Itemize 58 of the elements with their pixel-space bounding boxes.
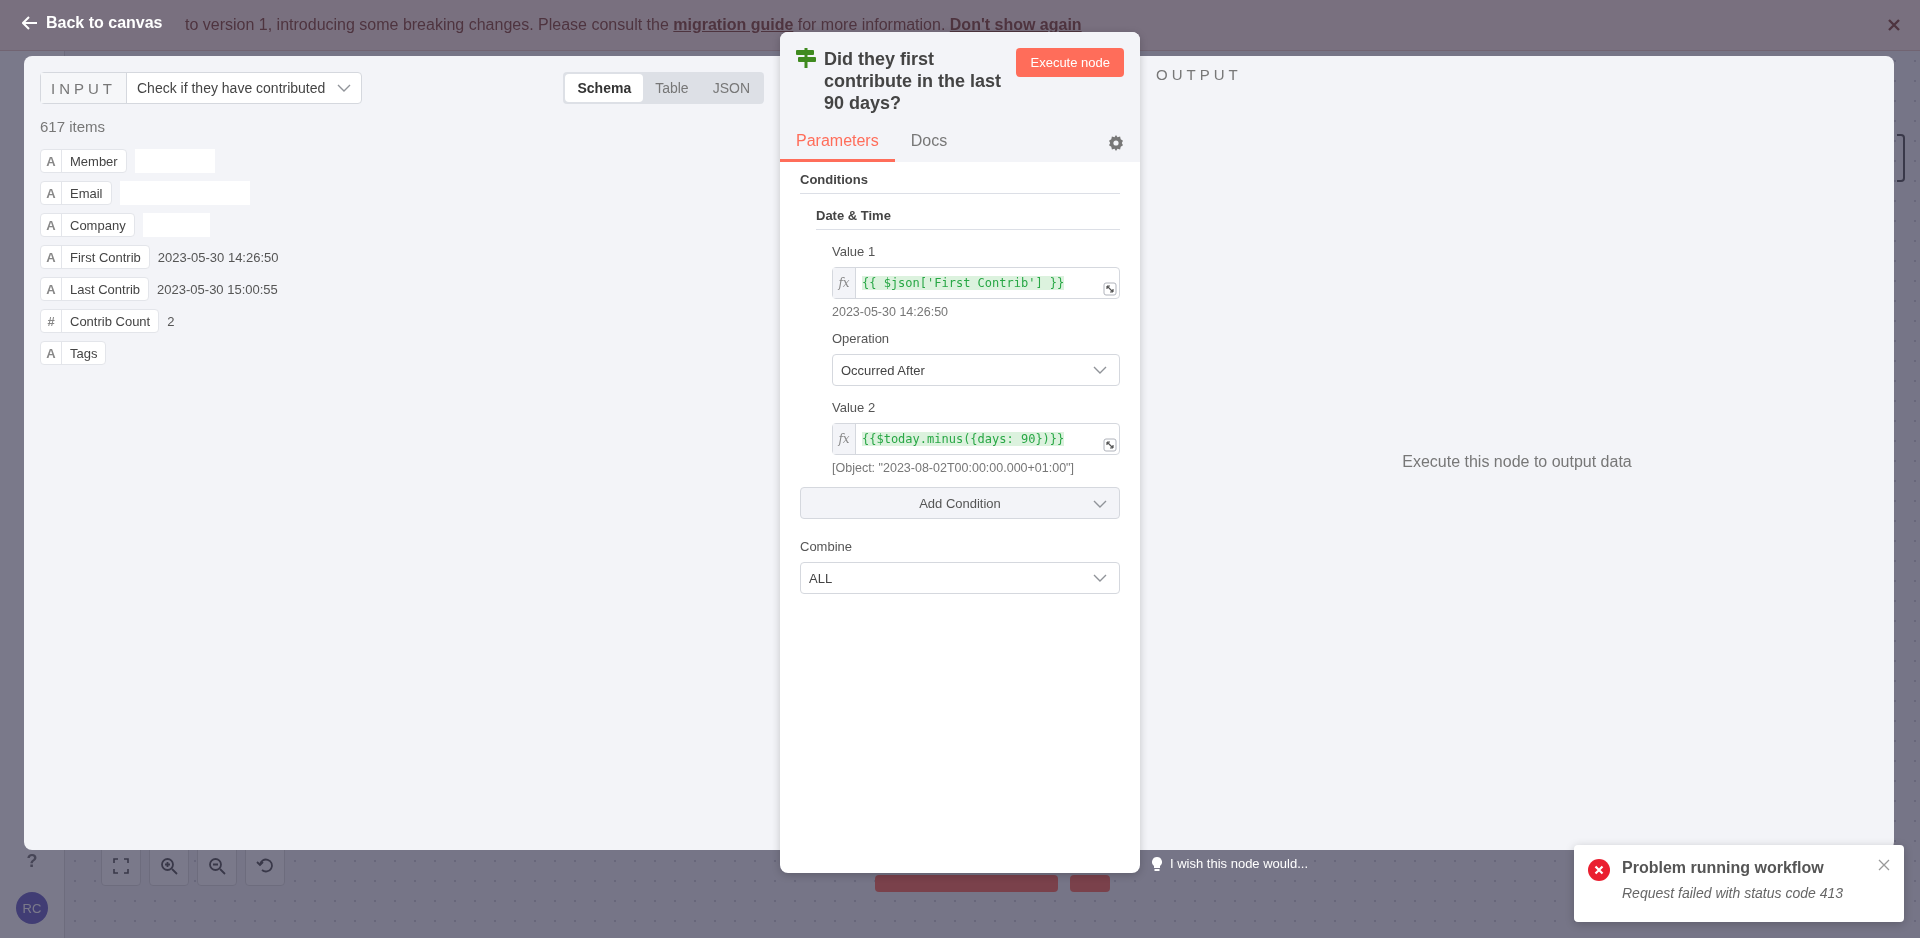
operation-select[interactable]: Occurred After	[832, 354, 1120, 386]
panel-tab[interactable]: Docs	[894, 124, 964, 162]
panel-tab[interactable]: Parameters	[780, 124, 895, 162]
dismiss-link[interactable]: Don't show again	[949, 16, 1082, 33]
add-condition-button[interactable]: Add Condition	[800, 487, 1120, 519]
empty-output-message: Execute this node to output data	[1402, 452, 1632, 471]
fx-label: fx	[833, 268, 856, 298]
section-heading: Conditions	[800, 172, 868, 194]
schema-field[interactable]: A Company	[40, 213, 135, 237]
schema-field[interactable]: A Member	[40, 149, 127, 173]
view-tab[interactable]: Schema	[565, 74, 644, 102]
group-heading: Date & Time	[816, 208, 891, 230]
view-tab[interactable]: Table	[643, 74, 701, 102]
field-value: 2	[167, 313, 175, 329]
banner-message: to version 1, introducing some breaking changes. Please consult the migration guide for more information. Don't show again	[185, 16, 1083, 34]
field-value: 2023-05-30 15:00:55	[157, 281, 278, 297]
close-icon[interactable]	[1878, 859, 1890, 871]
field-label: Value 2	[832, 400, 877, 415]
field-value: 2023-05-30 14:26:50	[157, 249, 279, 265]
field-label: Value 1	[832, 244, 877, 259]
item-count: 617 items	[40, 118, 107, 135]
fx-label: fx	[833, 424, 856, 454]
combine-select[interactable]: ALL	[800, 562, 1120, 594]
lightbulb-icon	[1152, 856, 1162, 871]
back-to-canvas-link[interactable]: Back to canvas	[18, 10, 167, 36]
expression-result: [Object: "2023-08-02T00:00:00.000+01:00"]	[832, 461, 1076, 475]
expression-code: {{ $json['First Contrib'] }}	[862, 276, 1065, 290]
expression-result: 2023-05-30 14:26:50	[832, 305, 950, 319]
settings-icon[interactable]	[1108, 135, 1124, 151]
node-title: Did they first contribute in the last 90 days?	[824, 48, 1002, 114]
schema-field[interactable]: A Email	[40, 181, 112, 205]
error-icon	[1588, 859, 1610, 881]
output-label: OUTPUT	[1156, 66, 1243, 83]
view-tab[interactable]: JSON	[700, 74, 762, 102]
schema-field[interactable]: A First Contrib	[40, 245, 150, 269]
chevron-down-icon	[1093, 366, 1107, 374]
toast-message: Request failed with status code 413	[1622, 885, 1844, 901]
expression-field[interactable]: fx {{$today.minus({days: 90})}}	[832, 423, 1120, 455]
chevron-down-icon	[1093, 500, 1107, 508]
field-label: Combine	[800, 539, 854, 554]
feedback-link[interactable]: I wish this node would...	[1170, 856, 1309, 871]
expand-icon[interactable]	[1103, 282, 1117, 296]
schema-field[interactable]: # Contrib Count	[40, 309, 160, 333]
signpost-icon	[796, 48, 816, 68]
undo-icon	[256, 857, 274, 875]
zoom-in-icon	[160, 857, 178, 875]
execute-node-button[interactable]: Execute node	[1016, 48, 1124, 77]
expression-field[interactable]: fx {{ $json['First Contrib'] }}	[832, 267, 1120, 299]
zoom-out-icon	[208, 857, 226, 875]
toast-title: Problem running workflow	[1622, 859, 1825, 877]
expand-icon[interactable]	[1103, 438, 1117, 452]
fit-view-icon	[113, 858, 129, 874]
arrow-left-icon	[22, 16, 38, 30]
field-label: Operation	[832, 331, 891, 346]
schema-field[interactable]: A Last Contrib	[40, 277, 150, 301]
expression-code: {{$today.minus({days: 90})}}	[862, 432, 1065, 446]
schema-field[interactable]: A Tags	[40, 341, 107, 365]
chevron-down-icon	[1093, 574, 1107, 582]
